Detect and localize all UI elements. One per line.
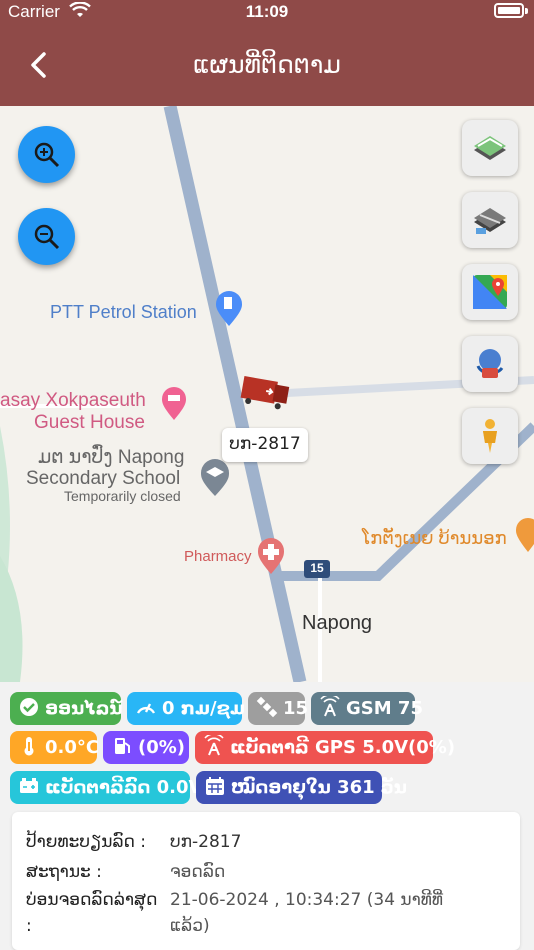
playback-button[interactable] [462, 336, 518, 392]
plate-value: ບກ-2817 [170, 832, 242, 852]
map-type-icon [474, 136, 506, 160]
zoom-out-button[interactable] [18, 208, 75, 265]
map-label-ptt: PTT Petrol Station [50, 302, 197, 322]
google-maps-button[interactable] [462, 264, 518, 320]
status-label: ສະຖານະ : [26, 862, 102, 882]
last-park-label: ບ່ອນຈອດລົດລ່າສຸດ [26, 890, 158, 910]
speed-value: 0 ກມ/ຊມ [162, 698, 246, 719]
speedometer-icon [136, 703, 156, 714]
gps-battery-value: ແບັດຕາລີ GPS 5.0V(0%) [230, 737, 456, 758]
zoom-in-icon [34, 142, 60, 168]
gps-battery-badge: ແບັດຕາລີ GPS 5.0V(0%) [195, 731, 455, 764]
zoom-out-icon [34, 224, 60, 250]
map-type-button[interactable] [462, 120, 518, 176]
temperature-badge: 0.0°C [10, 731, 100, 764]
map-label-guesthouse-2: Guest House [34, 412, 145, 433]
map-label-guesthouse: asay Xokpaseuth [0, 390, 146, 411]
gsm-value: GSM 75 [346, 698, 423, 719]
clock: 11:09 [245, 2, 289, 21]
restaurant-pin-icon [516, 518, 534, 552]
vehicle-truck-icon[interactable] [240, 374, 292, 410]
gsm-badge: GSM 75 [311, 692, 423, 725]
online-badge: ອອນໄລນ໌ [10, 692, 123, 725]
last-park-value: 21-06-2024 , 10:34:27 (34 ນາທີທີ່ [170, 890, 444, 910]
map-label-village: Napong [302, 612, 373, 634]
pegman-icon [483, 419, 497, 453]
thermometer-icon [24, 737, 34, 756]
car-battery-badge: ແບັດຕາລີລົດ 0.0V [10, 771, 202, 804]
check-circle-icon [20, 698, 38, 716]
vehicle-label: ບກ-2817 [222, 428, 308, 462]
speed-badge: 0 ກມ/ຊມ [127, 692, 246, 725]
signal-tower-icon [320, 696, 340, 717]
satellite-badge: 15 [248, 692, 309, 725]
status-value: ຈອດລົດ [170, 862, 226, 882]
road-number: 15 [310, 561, 324, 575]
google-maps-icon [473, 275, 507, 309]
zoom-in-button[interactable] [18, 126, 75, 183]
last-park-colon: : [26, 916, 32, 936]
route-playback-icon [476, 349, 504, 378]
expiry-badge: ໝົດອາຍຸໃນ 361 ວັນ [196, 771, 407, 804]
status-bar: Carrier 11:09 [0, 0, 534, 24]
temperature-value: 0.0°C [45, 737, 100, 758]
pharmacy-pin-icon [258, 538, 284, 574]
map-label-school-2: Secondary School [26, 468, 181, 489]
car-battery-value: ແບັດຕາລີລົດ 0.0V [45, 777, 203, 798]
gas-station-pin-icon [216, 291, 242, 326]
fuel-value: (0%) [138, 737, 186, 758]
calendar-icon [206, 777, 224, 795]
school-pin-icon [201, 459, 229, 496]
page-title: ແຜນທີ່ຕິດຕາມ [193, 50, 341, 79]
vehicle-info-card: ປ້າຍທະບຽນລົດ : ບກ-2817 ສະຖານະ : ຈອດລົດ ບ… [12, 812, 520, 950]
plate-label: ປ້າຍທະບຽນລົດ : [26, 832, 147, 852]
satellite-view-button[interactable] [462, 192, 518, 248]
battery-icon [494, 3, 524, 18]
map-label-school: ມຕ ນາປົ່ງ Napong [38, 447, 185, 468]
car-battery-icon [20, 778, 38, 793]
fuel-badge: (0%) [103, 731, 189, 764]
vehicle-plate: ບກ-2817 [229, 434, 301, 454]
street-view-button[interactable] [462, 408, 518, 464]
online-label: ອອນໄລນ໌ [45, 698, 123, 719]
fuel-pump-icon [115, 738, 130, 754]
satellite-count-icon [256, 696, 278, 718]
last-park-value-2: ແລ້ວ) [170, 916, 210, 936]
map-view[interactable]: 15 PTT Petrol Station asay Xokpaseuth Gu… [0, 106, 534, 682]
map-label-restaurant: ໂກຕັງເນຍ ບ້ານນອກ [362, 528, 507, 548]
satellite-icon [474, 208, 506, 234]
hotel-pin-icon [162, 387, 186, 420]
gps-antenna-icon [204, 735, 224, 756]
map-label-school-status: Temporarily closed [64, 488, 181, 504]
satellite-count: 15 [283, 698, 309, 719]
expiry-value: ໝົດອາຍຸໃນ 361 ວັນ [231, 777, 407, 798]
header-bar: ແຜນທີ່ຕິດຕາມ [0, 24, 534, 106]
map-label-pharmacy: Pharmacy [184, 548, 252, 565]
